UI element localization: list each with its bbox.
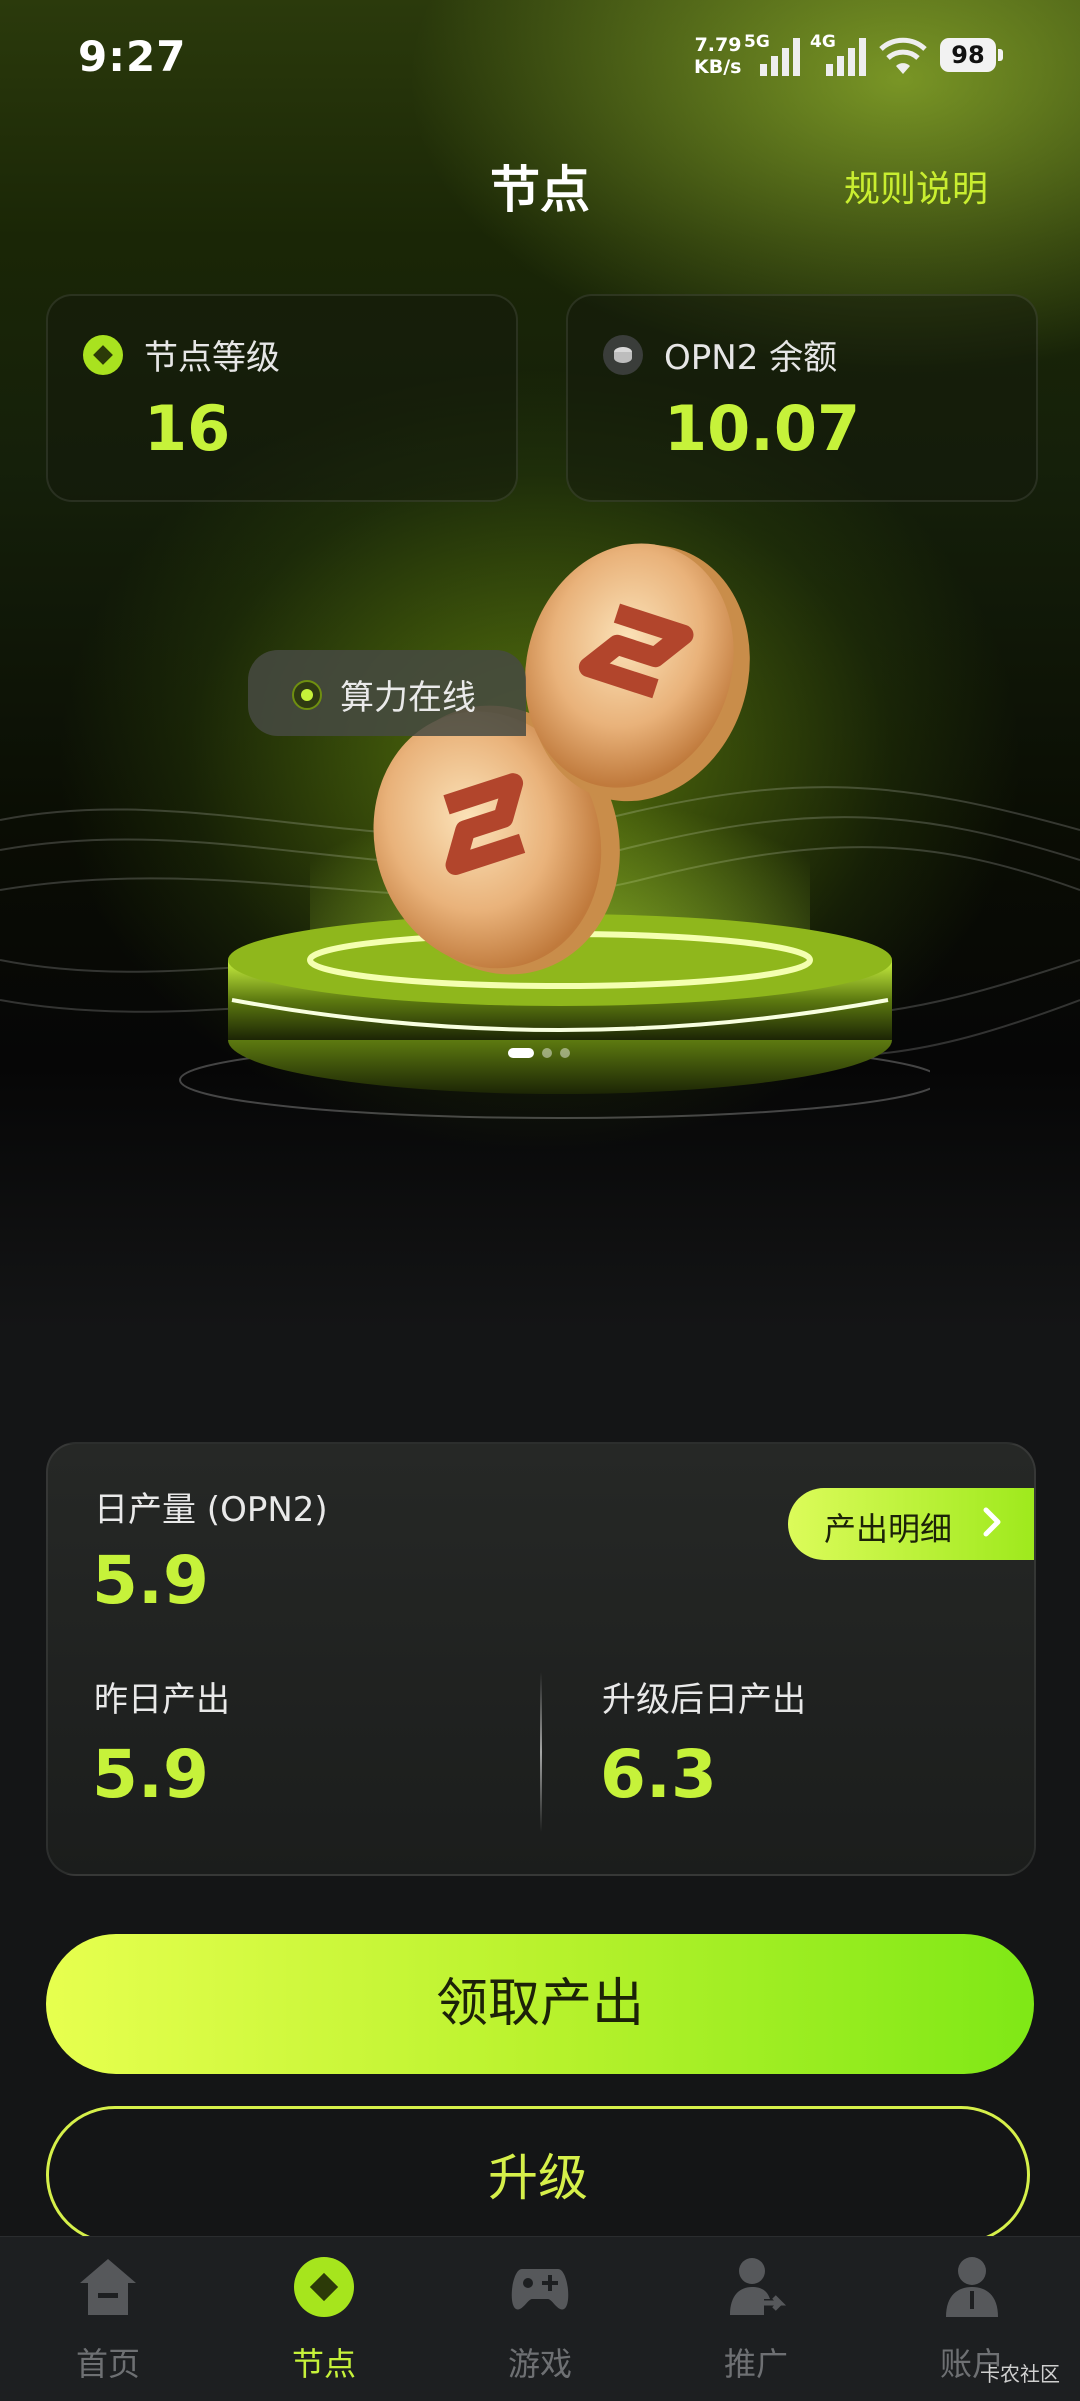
yesterday-output-label: 昨日产出 <box>94 1680 230 1720</box>
coins-podium-illustration <box>179 543 930 1119</box>
upgrade-button[interactable]: 升级 <box>46 2106 1030 2244</box>
battery-indicator: 98 <box>940 38 1003 72</box>
carousel-indicator <box>508 1042 578 1058</box>
node-level-card: 节点等级 16 <box>46 294 518 502</box>
wifi-icon <box>879 37 927 74</box>
yesterday-output-value: 5.9 <box>92 1736 209 1813</box>
network-speed: 7.79 KB/s <box>694 34 741 78</box>
tab-node[interactable]: 节点 <box>254 2255 394 2395</box>
production-card: 日产量 (OPN2) 5.9 产出明细 昨日产出 5.9 升级后日产出 6.3 <box>46 1442 1036 1876</box>
home-icon <box>80 2259 136 2315</box>
network-speed-unit: KB/s <box>694 56 742 78</box>
status-time: 9:27 <box>78 32 187 81</box>
status-bar: 9:27 7.79 KB/s 5G 4G 98 <box>0 0 1080 120</box>
daily-output-value: 5.9 <box>92 1542 209 1619</box>
carousel-dot <box>560 1047 570 1058</box>
carousel-dot <box>542 1047 552 1058</box>
online-dot-icon <box>292 680 322 710</box>
signal-4g-icon <box>826 38 866 76</box>
network-speed-value: 7.79 <box>694 34 742 56</box>
tab-games-label: 游戏 <box>507 2345 572 2383</box>
node-level-value: 16 <box>144 392 231 465</box>
upgraded-output-label: 升级后日产出 <box>602 1680 806 1720</box>
tab-home[interactable]: 首页 <box>38 2255 178 2395</box>
claim-output-button[interactable]: 领取产出 <box>46 1934 1034 2074</box>
tab-node-label: 节点 <box>291 2345 356 2383</box>
node-level-icon <box>83 335 123 375</box>
watermark: 卡农社区 <box>980 2362 1060 2386</box>
carousel-dot-active <box>508 1047 534 1058</box>
tab-home-label: 首页 <box>75 2345 140 2383</box>
output-detail-button[interactable]: 产出明细 <box>788 1488 1034 1560</box>
rules-link[interactable]: 规则说明 <box>844 160 988 212</box>
chevron-right-icon <box>983 1507 1001 1537</box>
signal-5g-icon <box>760 38 800 76</box>
tab-promote-label: 推广 <box>723 2345 788 2383</box>
coin-stack-icon <box>603 335 643 375</box>
online-status-badge: 算力在线 <box>248 650 526 736</box>
tab-games[interactable]: 游戏 <box>470 2255 610 2395</box>
account-icon <box>946 2257 998 2317</box>
node-icon <box>294 2257 354 2317</box>
output-detail-label: 产出明细 <box>824 1510 953 1548</box>
node-level-label: 节点等级 <box>144 338 280 378</box>
promote-icon <box>730 2258 787 2315</box>
gamepad-icon <box>511 2269 569 2310</box>
bottom-tab-bar: 首页 节点 游戏 推广 账户 <box>0 2236 1080 2401</box>
balance-value: 10.07 <box>664 392 861 465</box>
balance-card: OPN2 余额 10.07 <box>566 294 1038 502</box>
upgraded-output-value: 6.3 <box>600 1736 717 1813</box>
online-status-label: 算力在线 <box>340 678 476 718</box>
tab-promote[interactable]: 推广 <box>686 2255 826 2395</box>
balance-label: OPN2 余额 <box>664 338 838 378</box>
divider <box>540 1672 542 1832</box>
daily-output-label: 日产量 (OPN2) <box>94 1490 328 1530</box>
